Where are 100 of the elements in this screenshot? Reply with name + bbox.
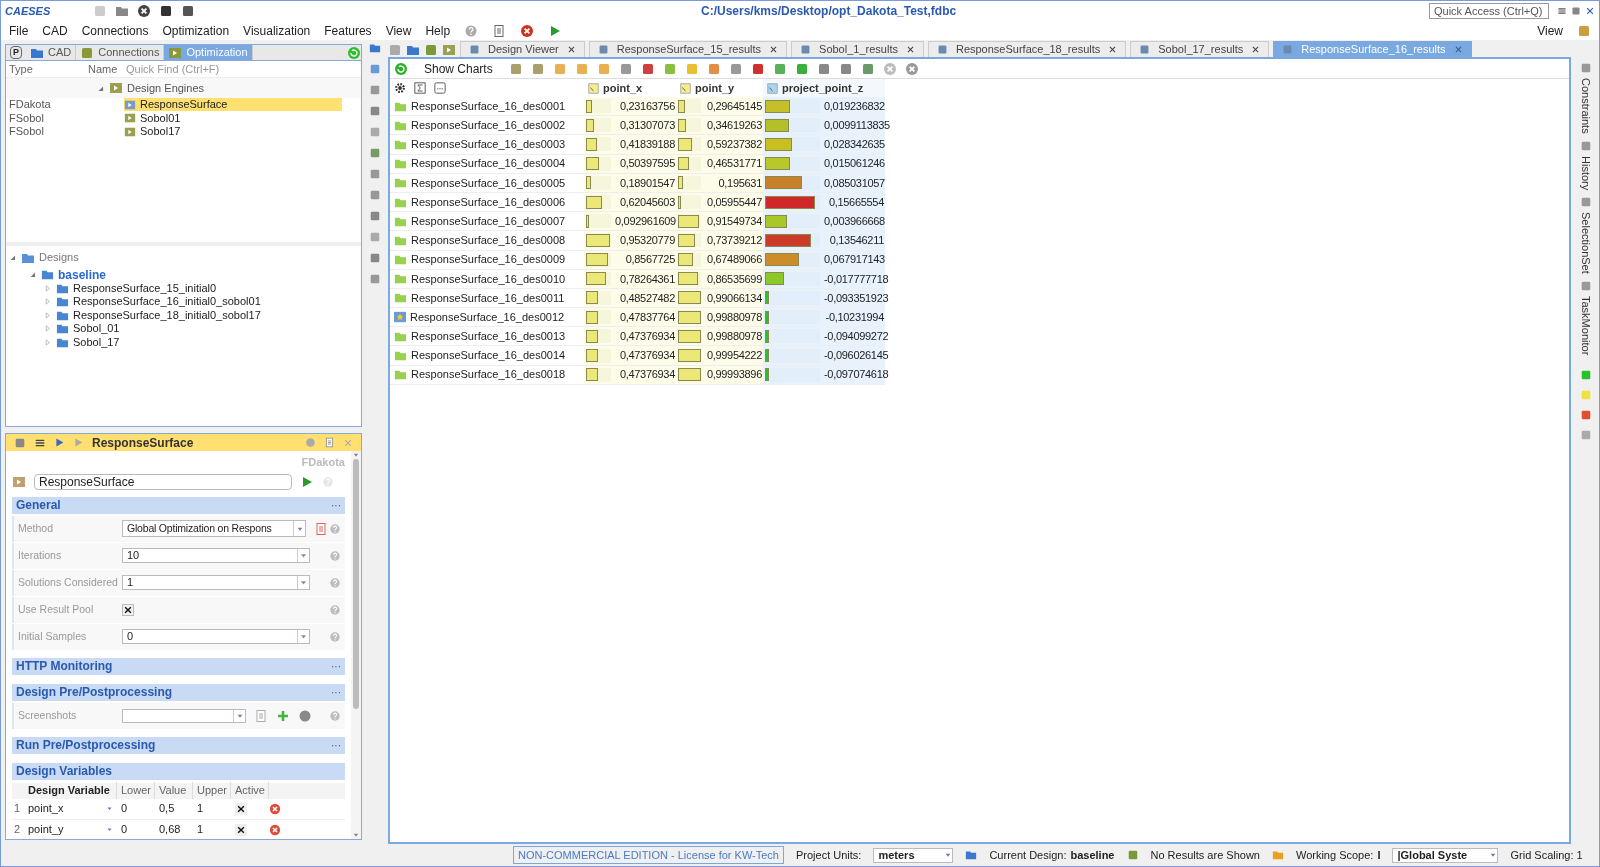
tool-icon[interactable]: [369, 105, 381, 117]
screenshots-dropdown[interactable]: [122, 708, 246, 723]
panel-tab[interactable]: CAD: [26, 45, 77, 60]
side-tab[interactable]: TaskMonitor: [1577, 295, 1595, 355]
design-row[interactable]: ResponseSurface_16_des0005: [390, 173, 584, 193]
engine-item[interactable]: Sobol17: [124, 125, 342, 139]
close-icon[interactable]: [1108, 45, 1118, 54]
toolbar-icon[interactable]: [728, 61, 743, 76]
design-row[interactable]: ResponseSurface_16_des0018: [390, 365, 584, 385]
design-row[interactable]: ResponseSurface_16_des0011: [390, 288, 584, 309]
tool-icon[interactable]: [369, 231, 381, 243]
forward-icon[interactable]: [73, 437, 84, 448]
caret-icon[interactable]: [1489, 851, 1498, 859]
menu-item[interactable]: Connections: [81, 21, 149, 40]
design-row[interactable]: ResponseSurface_16_des0014: [390, 346, 584, 366]
section-header[interactable]: Run Pre/Postprocessing: [16, 736, 156, 754]
tree-item[interactable]: Sobol_17: [73, 336, 120, 348]
folder-icon[interactable]: [394, 157, 407, 171]
toolbar-icon[interactable]: [662, 61, 677, 76]
editor-tab[interactable]: Design Viewer: [460, 41, 585, 57]
sum-icon[interactable]: [414, 82, 426, 94]
help-icon[interactable]: [329, 522, 341, 535]
toolbar-icon[interactable]: [508, 61, 523, 76]
engine-icon[interactable]: [124, 125, 136, 138]
scroll-down-icon[interactable]: [352, 831, 360, 839]
tree-group-label[interactable]: Design Engines: [127, 79, 205, 97]
side-tab[interactable]: Constraints: [1577, 78, 1595, 134]
copy-icon[interactable]: [324, 437, 335, 448]
folder-icon[interactable]: [1271, 849, 1284, 861]
design-row[interactable]: ResponseSurface_16_des0013: [390, 327, 584, 347]
more-button[interactable]: ···: [331, 658, 341, 674]
scrollbar-thumb[interactable]: [353, 459, 359, 709]
status-square-icon[interactable]: [1580, 428, 1592, 441]
checkbox[interactable]: [122, 603, 134, 616]
toolbar-icon[interactable]: [750, 61, 765, 76]
profile-button[interactable]: P: [10, 46, 22, 59]
section-header[interactable]: HTTP Monitoring: [16, 657, 113, 675]
tool-icon[interactable]: [369, 126, 381, 138]
folder-icon[interactable]: [394, 368, 407, 382]
editor-tab[interactable]: Sobol_17_results: [1130, 41, 1270, 57]
design-row[interactable]: ResponseSurface_16_des0001: [390, 97, 584, 117]
more-button[interactable]: ···: [331, 737, 341, 753]
design-row[interactable]: ResponseSurface_16_des0004: [390, 154, 584, 174]
toolbar-icon[interactable]: [706, 61, 721, 76]
status-square-icon[interactable]: [1580, 408, 1592, 421]
side-tab-icon[interactable]: [1580, 279, 1592, 292]
name-field[interactable]: ResponseSurface: [34, 473, 292, 490]
design-row[interactable]: ResponseSurface_16_des0012: [390, 308, 584, 328]
back-icon[interactable]: [54, 437, 65, 448]
run-icon[interactable]: [300, 474, 314, 489]
help-icon[interactable]: [329, 576, 341, 589]
menu-item[interactable]: CAD: [42, 21, 68, 40]
units-dropdown[interactable]: meters: [873, 847, 954, 863]
show-charts-button[interactable]: Show Charts: [416, 59, 501, 78]
coordinate-system-dropdown[interactable]: |Global Syste: [1392, 847, 1499, 863]
side-tab[interactable]: SelectionSet: [1577, 211, 1595, 274]
toolbar-icon[interactable]: [640, 61, 655, 76]
tool-icon[interactable]: [369, 273, 381, 285]
menu-item[interactable]: Optimization: [162, 21, 230, 40]
folder-icon[interactable]: [394, 253, 407, 267]
section-header[interactable]: General: [16, 496, 61, 514]
close-icon[interactable]: [566, 45, 576, 54]
engine-item[interactable]: ResponseSurface: [124, 98, 342, 112]
folder-icon[interactable]: [115, 4, 129, 18]
menu-item[interactable]: Help: [425, 21, 451, 40]
engine-icon[interactable]: [109, 81, 123, 95]
engine-icon[interactable]: [442, 43, 456, 57]
column-header[interactable]: Design Variable: [24, 782, 117, 799]
tool-icon[interactable]: [369, 147, 381, 159]
side-tab-icon[interactable]: [1580, 139, 1592, 152]
close-icon[interactable]: [1251, 45, 1261, 54]
spinner-icon[interactable]: [299, 632, 308, 641]
document-icon[interactable]: [314, 521, 328, 536]
column-header[interactable]: Value: [155, 782, 193, 799]
design-row[interactable]: ResponseSurface_16_des0006: [390, 192, 584, 213]
folder-icon[interactable]: [394, 349, 407, 363]
checkbox[interactable]: [235, 823, 247, 836]
close-icon[interactable]: [905, 45, 915, 54]
column-header[interactable]: Active: [231, 782, 269, 799]
column-header[interactable]: point_x: [584, 79, 676, 97]
toolbar-icon[interactable]: [772, 61, 787, 76]
column-header[interactable]: Upper: [193, 782, 231, 799]
column-header[interactable]: Type: [6, 60, 88, 78]
number-field[interactable]: 1: [122, 575, 310, 590]
number-field[interactable]: 10: [122, 548, 310, 563]
menu-item[interactable]: Features: [324, 21, 372, 40]
design-row[interactable]: ResponseSurface_16_des0003: [390, 135, 584, 155]
close-icon[interactable]: [1585, 6, 1595, 16]
more-icon[interactable]: [434, 82, 446, 94]
side-tab-icon[interactable]: [1580, 195, 1592, 208]
variable-dropdown[interactable]: point_x: [24, 800, 117, 817]
help-icon[interactable]: [464, 23, 479, 38]
help-icon[interactable]: [329, 630, 341, 643]
engine-icon[interactable]: [124, 112, 136, 125]
tool-icon[interactable]: [369, 168, 381, 180]
tree-item[interactable]: ResponseSurface_16_initial0_sobol01: [73, 296, 261, 308]
tool-icon[interactable]: [369, 210, 381, 222]
spinner-icon[interactable]: [299, 578, 308, 587]
design-row[interactable]: ResponseSurface_16_des0007: [390, 212, 584, 232]
design-row[interactable]: ResponseSurface_16_des0010: [390, 269, 584, 289]
